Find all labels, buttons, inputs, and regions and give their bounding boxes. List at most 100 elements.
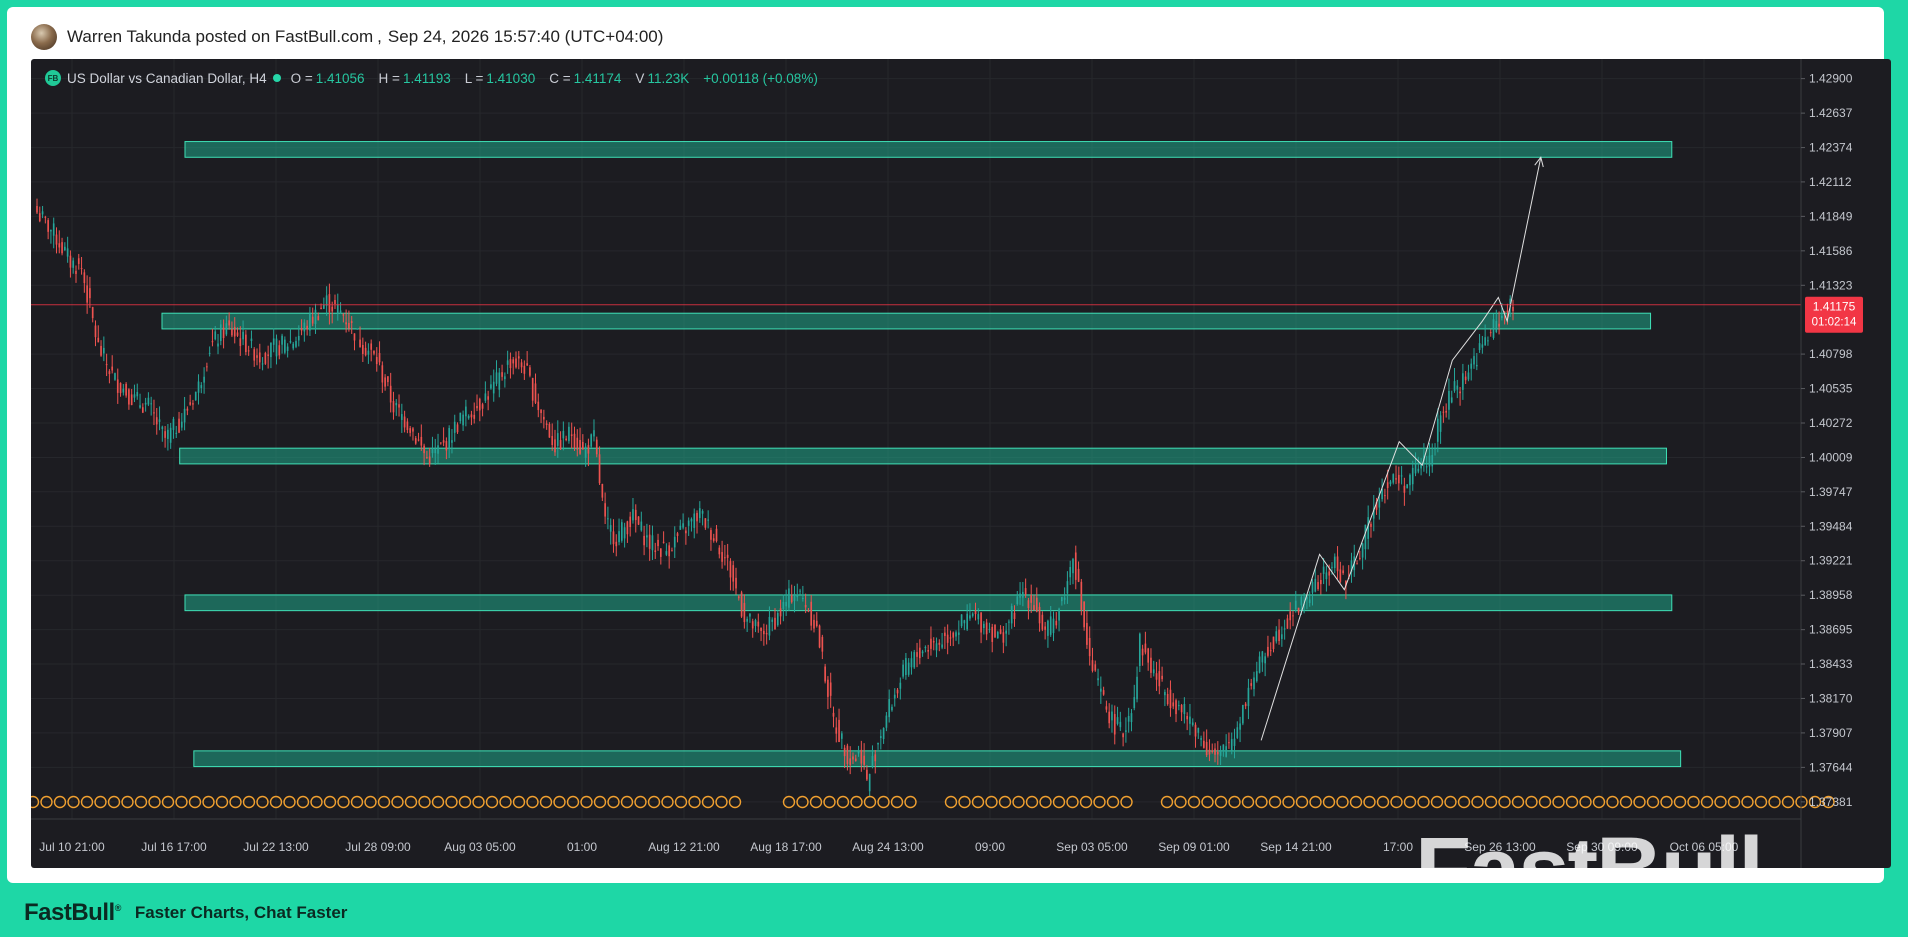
candle-body [108,371,111,375]
chart-canvas[interactable]: 1.42900 1.42637 1.42374 1.42112 1.41849 1.415… [31,59,1891,868]
candle-body [465,406,467,417]
candle-body [1222,744,1225,752]
candle-body [785,601,787,607]
candle-body [1094,664,1097,671]
candle-body [1272,636,1275,650]
candle-body [854,758,857,761]
candle-body [690,518,693,522]
symbol-name[interactable]: US Dollar vs Canadian Dollar, H4 [67,71,267,86]
candle-body [531,378,534,401]
candle-body [698,508,701,519]
candle-body [350,321,353,323]
candle-body [116,379,119,393]
support-resistance-zone [179,447,1667,465]
candlestick-chart[interactable]: 1.42900 1.42637 1.42374 1.42112 1.41849 1.415… [31,59,1891,868]
candle-body [1300,596,1303,606]
candle-body [442,440,445,443]
candle-body [1386,482,1389,489]
candle-body [671,550,673,552]
candle-body [1261,651,1264,663]
candle-body [634,509,637,521]
support-resistance-zone [161,312,1652,330]
time-axis-label: Aug 12 21:00 [648,840,720,854]
candle-body [373,350,375,354]
candle-body [178,418,180,433]
candle-body [1395,478,1397,480]
candle-body [122,388,125,393]
candle-body [977,614,980,620]
author-line[interactable]: Warren Takunda posted on FastBull.com [67,27,373,47]
candle-body [153,412,155,414]
candle-body [1086,622,1088,645]
candle-body [793,593,796,601]
price-axis-label: 1.42637 [1809,106,1853,120]
support-resistance-zone [193,750,1682,768]
candle-body [782,601,785,610]
candle-body [576,437,579,450]
candle-body [891,706,893,711]
time-axis-label: Aug 24 13:00 [852,840,924,854]
candle-body [1448,390,1450,410]
price-axis-label: 1.42112 [1809,175,1852,189]
candle-body [757,621,760,627]
price-axis-label: 1.38695 [1809,623,1853,637]
candle-body [874,754,877,762]
candle-body [75,270,77,274]
header-separator: , [377,27,382,46]
price-axis-label: 1.37381 [1809,795,1853,809]
candle-body [1322,566,1325,574]
candle-body [1292,615,1294,617]
page-footer: FastBull® Faster Charts, Chat Faster [24,898,347,928]
price-axis-label: 1.37907 [1809,726,1853,740]
last-price-value: 1.41175 [1813,300,1856,314]
candle-body [317,316,320,321]
candle-body [827,679,829,697]
time-axis-label: 17:00 [1383,840,1413,854]
candle-body [1311,581,1314,593]
price-axis-label: 1.40798 [1809,347,1853,361]
candle-body [189,402,192,405]
candle-body [1205,741,1208,756]
price-axis-label: 1.39747 [1809,485,1853,499]
candle-body [1342,570,1344,574]
candle-body [1180,704,1183,713]
candle-body [219,324,222,341]
candle-body [284,339,286,353]
candle-body [802,597,804,600]
candle-body [86,285,88,303]
candle-body [1492,319,1495,338]
footer-logo[interactable]: FastBull® [24,899,121,927]
candle-body [665,551,668,555]
candle-body [918,647,921,659]
candle-body [231,328,233,336]
candle-body [991,626,994,642]
candle-body [1414,464,1417,474]
open-label: O = [290,70,313,86]
candle-body [938,642,941,645]
candle-body [1230,739,1233,751]
candle-body [484,393,487,401]
candle-body [214,331,217,340]
candle-body [1478,343,1481,350]
candle-body [526,363,528,366]
candle-body [1364,524,1367,550]
candle-body [718,547,721,555]
author-avatar[interactable] [31,24,57,50]
candle-body [270,342,272,358]
candle-body [381,365,384,383]
candle-body [1453,381,1456,391]
candle-body [790,595,793,603]
candle-body [807,610,810,612]
candle-body [94,325,97,338]
candle-body [236,332,239,336]
candle-body [615,541,618,547]
support-resistance-zone [184,594,1673,612]
candle-body [896,689,899,694]
candle-body [253,349,256,361]
candle-body [498,372,501,390]
candle-countdown: 01:02:14 [1812,317,1857,329]
candle-body [868,774,871,792]
candle-body [1200,738,1202,740]
candle-body [1331,566,1333,568]
candle-body [111,366,114,371]
